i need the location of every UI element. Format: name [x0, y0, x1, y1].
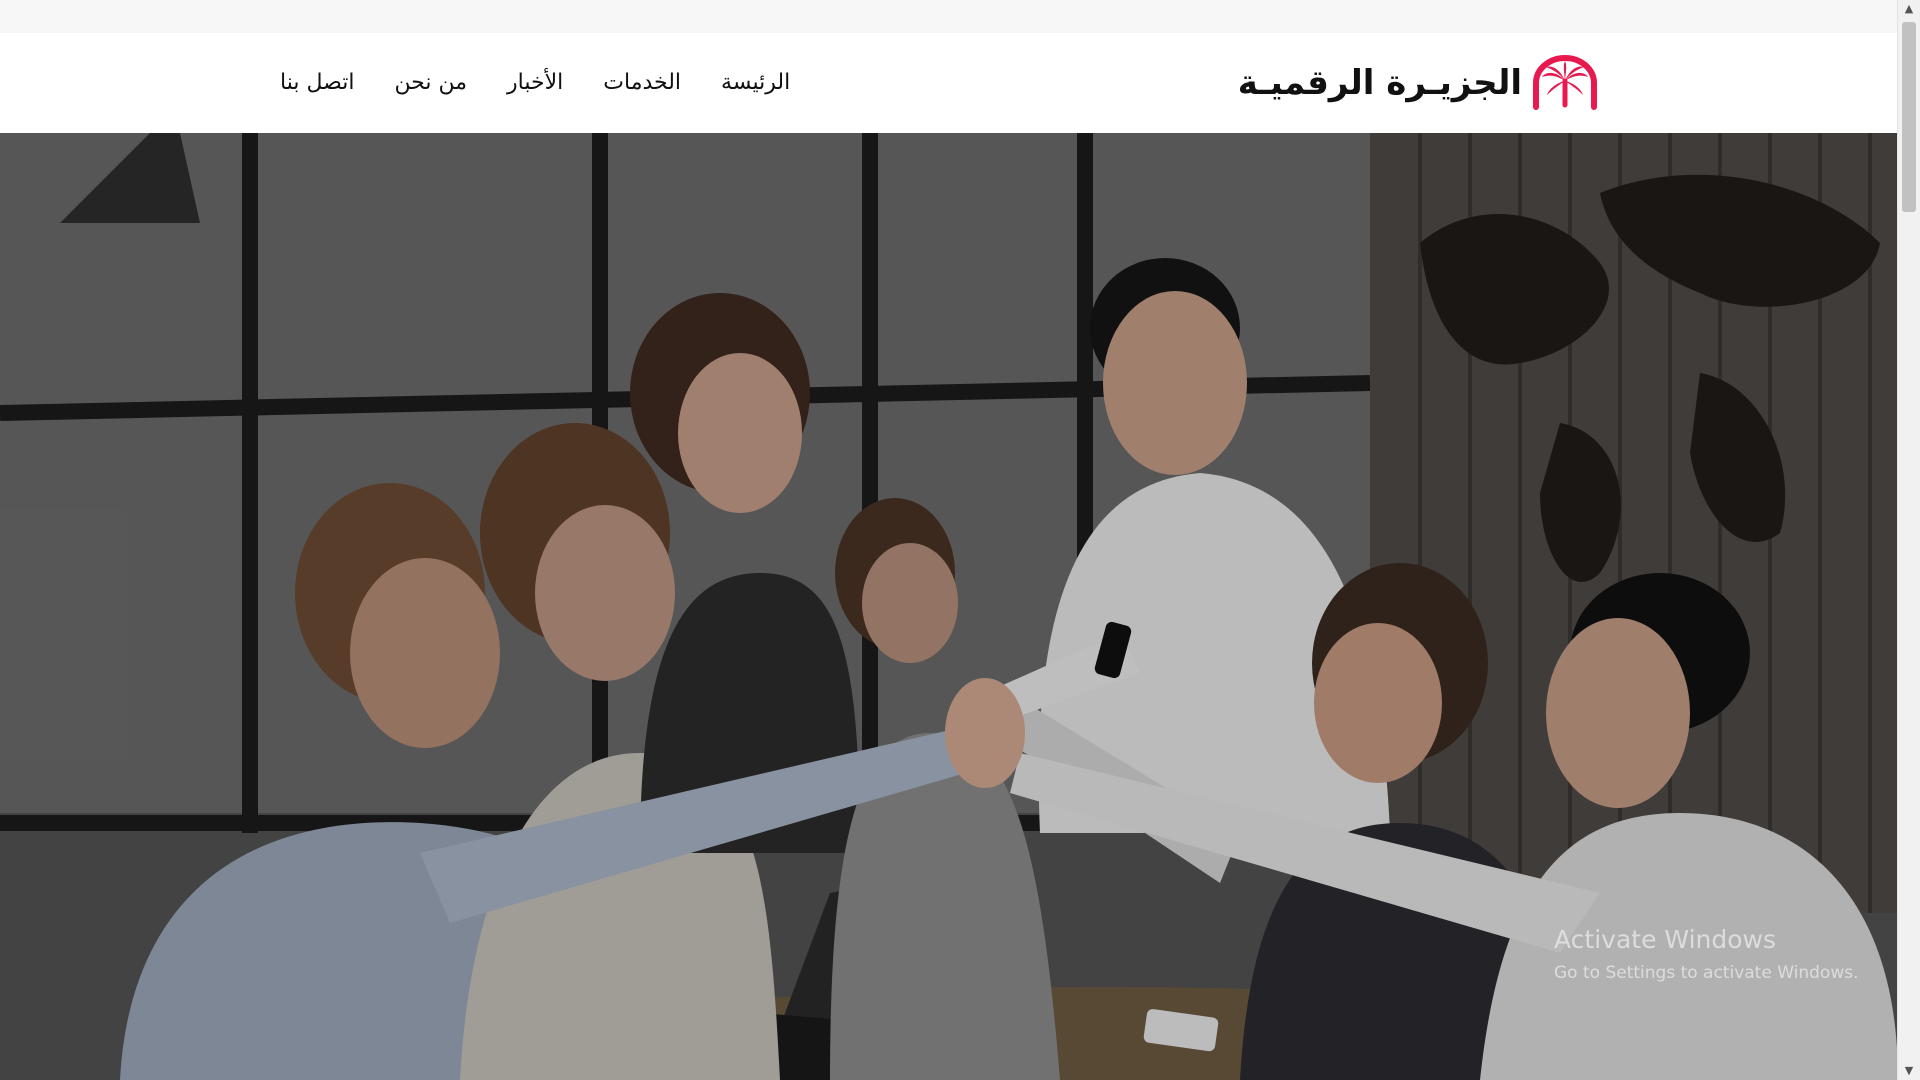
nav-about[interactable]: من نحن: [374, 33, 487, 133]
scroll-thumb[interactable]: [1902, 22, 1916, 212]
browser-top-strip: [0, 0, 1898, 33]
activate-windows-watermark: Activate Windows Go to Settings to activ…: [1554, 925, 1859, 985]
nav-services[interactable]: الخدمات: [583, 33, 701, 133]
site-logo[interactable]: الجزيـرة الرقميـة: [1238, 51, 1600, 115]
logo-text: الجزيـرة الرقميـة: [1237, 63, 1522, 103]
nav-home[interactable]: الرئيسة: [701, 33, 790, 133]
scroll-up-icon[interactable]: ▲: [1898, 0, 1920, 18]
page-scrollbar[interactable]: ▲ ▼: [1897, 0, 1920, 1080]
nav-news[interactable]: الأخبار: [487, 33, 583, 133]
watermark-subtitle: Go to Settings to activate Windows.: [1554, 963, 1859, 983]
watermark-title: Activate Windows: [1554, 925, 1776, 954]
scroll-down-icon[interactable]: ▼: [1898, 1062, 1920, 1080]
nav-contact[interactable]: اتصل بنا: [260, 33, 374, 133]
palm-logo-icon: [1533, 55, 1597, 110]
main-nav: الرئيسة الخدمات الأخبار من نحن اتصل بنا: [260, 33, 790, 133]
site-header: الرئيسة الخدمات الأخبار من نحن اتصل بنا …: [0, 33, 1898, 134]
